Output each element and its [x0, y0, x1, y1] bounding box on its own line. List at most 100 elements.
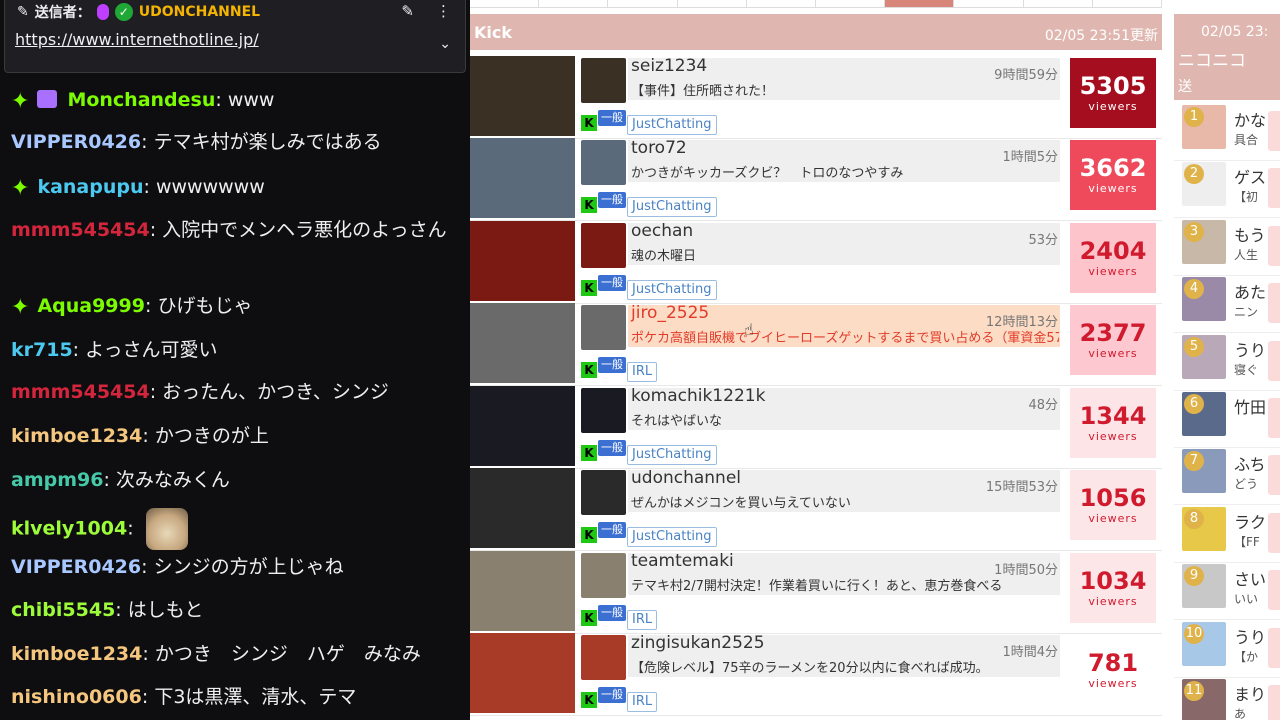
chat-username[interactable]: Monchandesu: [67, 89, 215, 111]
nico-row[interactable]: 10 うり 【か: [1174, 620, 1280, 678]
nico-row[interactable]: 2 ゲス 【初: [1174, 160, 1280, 219]
streamer-name[interactable]: toro72: [631, 138, 687, 158]
nico-name[interactable]: もう: [1234, 222, 1266, 246]
stream-title[interactable]: それはやばいな: [631, 410, 1059, 429]
stream-title[interactable]: 魂の木曜日: [631, 245, 1059, 264]
more-options-icon[interactable]: ⋮: [436, 2, 451, 20]
nico-name[interactable]: かな: [1234, 107, 1266, 131]
category-tag[interactable]: JustChatting: [627, 115, 717, 135]
nico-name[interactable]: さい: [1234, 566, 1266, 590]
stream-title[interactable]: 【危険レベル】75辛のラーメンを20分以内に食べれば成功。: [631, 657, 1059, 676]
sparkle-badge-icon[interactable]: ✦: [11, 292, 29, 324]
streamer-name[interactable]: jiro_2525: [631, 303, 709, 323]
chat-username[interactable]: nishino0606: [11, 686, 142, 708]
stream-thumbnail[interactable]: [470, 468, 575, 548]
category-tag[interactable]: IRL: [627, 362, 658, 382]
gift-badge-icon[interactable]: [37, 90, 58, 108]
streamer-avatar[interactable]: [581, 388, 626, 433]
unpin-icon[interactable]: ✎: [401, 2, 414, 20]
chat-username[interactable]: chibi5545: [11, 599, 115, 621]
nav-tab[interactable]: [539, 0, 609, 8]
viewer-count: 1344: [1079, 402, 1147, 430]
nav-tab[interactable]: [1023, 0, 1093, 8]
streamer-name[interactable]: seiz1234: [631, 56, 707, 76]
nav-tab[interactable]: [470, 0, 540, 8]
nav-tab-active[interactable]: [885, 0, 955, 8]
chat-username[interactable]: VIPPER0426: [11, 556, 141, 578]
streamer-name[interactable]: komachik1221k: [631, 386, 765, 406]
nico-name[interactable]: ゲス: [1234, 164, 1266, 188]
streamer-avatar[interactable]: [581, 635, 626, 680]
stream-row[interactable]: jiro_2525 ポケカ高額自販機でブイヒーローズゲットするまで買い占める（軍資…: [470, 303, 1162, 386]
nico-name[interactable]: うり: [1234, 624, 1266, 648]
nico-name[interactable]: 竹田: [1234, 394, 1266, 418]
nav-tab[interactable]: [816, 0, 886, 8]
nico-row[interactable]: 5 うり 寝ぐ: [1174, 333, 1280, 391]
streamer-avatar[interactable]: [581, 470, 626, 515]
nav-tab[interactable]: [954, 0, 1024, 8]
sparkle-badge-icon[interactable]: ✦: [11, 173, 29, 205]
category-tag[interactable]: IRL: [627, 610, 658, 630]
nav-tab[interactable]: [677, 0, 747, 8]
streamer-name[interactable]: teamtemaki: [631, 551, 734, 571]
streamer-avatar[interactable]: [581, 140, 626, 185]
nico-name[interactable]: まり: [1234, 681, 1266, 705]
stream-thumbnail[interactable]: [470, 551, 575, 631]
chat-username[interactable]: VIPPER0426: [11, 131, 141, 153]
streamer-avatar[interactable]: [581, 305, 626, 350]
stream-row[interactable]: toro72 かつきがキッカーズクビ？ トロのなつやすみ 1時間5分 K 一般 JustC…: [470, 138, 1162, 221]
stream-thumbnail[interactable]: [470, 221, 575, 301]
nico-row[interactable]: 7 ふち どう: [1174, 447, 1280, 506]
category-tag[interactable]: JustChatting: [627, 280, 717, 300]
nico-row[interactable]: 3 もう 人生: [1174, 218, 1280, 276]
nico-name[interactable]: うり: [1234, 337, 1266, 361]
category-tag[interactable]: JustChatting: [627, 197, 717, 217]
pinned-message[interactable]: ✎ 送信者： ✓ UDONCHANNEL ✎ ⋮ https://www.int…: [4, 0, 466, 73]
streamer-avatar[interactable]: [581, 553, 626, 598]
nico-row[interactable]: 4 あた ニン: [1174, 275, 1280, 334]
chat-username[interactable]: mmm545454: [11, 381, 150, 403]
nico-name[interactable]: ラク: [1234, 509, 1266, 533]
chevron-down-icon[interactable]: ⌄: [439, 36, 451, 52]
streamer-name[interactable]: zingisukan2525: [631, 633, 765, 653]
stream-row[interactable]: zingisukan2525 【危険レベル】75辛のラーメンを20分以内に食べれば…: [470, 633, 1162, 716]
chat-username[interactable]: klvely1004: [11, 518, 127, 540]
streamer-name[interactable]: udonchannel: [631, 468, 741, 488]
nico-row[interactable]: 6 竹田: [1174, 390, 1280, 448]
stream-row[interactable]: udonchannel ぜんかはメジコンを買い与えていない 15時間53分 K 一般 Ju…: [470, 468, 1162, 551]
stream-row[interactable]: teamtemaki テマキ村2/7開村決定！作業着買いに行く！あと、恵方巻食べる…: [470, 551, 1162, 634]
chat-username[interactable]: kimboe1234: [11, 425, 142, 447]
stream-thumbnail[interactable]: [470, 386, 575, 466]
nico-name[interactable]: ふち: [1234, 451, 1266, 475]
nav-tab[interactable]: [608, 0, 678, 8]
stream-row[interactable]: seiz1234 【事件】住所晒された！ 9時間59分 K 一般 JustChatting…: [470, 56, 1162, 139]
streamer-name[interactable]: oechan: [631, 221, 693, 241]
chat-username[interactable]: kimboe1234: [11, 643, 142, 665]
nico-row[interactable]: 1 かな 具合: [1174, 103, 1280, 161]
category-tag[interactable]: JustChatting: [627, 445, 717, 465]
chat-username[interactable]: Aqua9999: [37, 295, 145, 317]
stream-thumbnail[interactable]: [470, 303, 575, 383]
nico-name[interactable]: あた: [1234, 279, 1266, 303]
nico-row[interactable]: 11 まりあ: [1174, 677, 1280, 720]
chat-username[interactable]: kr715: [11, 339, 73, 361]
chat-username[interactable]: ampm96: [11, 469, 103, 491]
chat-username[interactable]: mmm545454: [11, 219, 150, 241]
category-tag[interactable]: JustChatting: [627, 527, 717, 547]
streamer-avatar[interactable]: [581, 58, 626, 103]
nav-tab[interactable]: [746, 0, 817, 8]
nico-row[interactable]: 8 ラク 【FF: [1174, 505, 1280, 563]
stream-thumbnail[interactable]: [470, 56, 575, 136]
pinned-url-link[interactable]: https://www.internethotline.jp/: [15, 30, 259, 49]
category-tag[interactable]: IRL: [627, 692, 658, 712]
stream-thumbnail[interactable]: [470, 138, 575, 218]
stream-title[interactable]: かつきがキッカーズクビ？ トロのなつやすみ: [631, 162, 1059, 181]
sparkle-badge-icon[interactable]: ✦: [11, 86, 29, 118]
nico-row[interactable]: 9 さい いい: [1174, 562, 1280, 621]
chat-username[interactable]: kanapupu: [37, 176, 143, 198]
streamer-avatar[interactable]: [581, 223, 626, 268]
nav-tab[interactable]: [1092, 0, 1162, 8]
stream-row[interactable]: komachik1221k それはやばいな 48分 K 一般 JustChatting 13…: [470, 386, 1162, 469]
stream-thumbnail[interactable]: [470, 633, 575, 713]
stream-row[interactable]: oechan 魂の木曜日 53分 K 一般 JustChatting 2404 viewers: [470, 221, 1162, 304]
